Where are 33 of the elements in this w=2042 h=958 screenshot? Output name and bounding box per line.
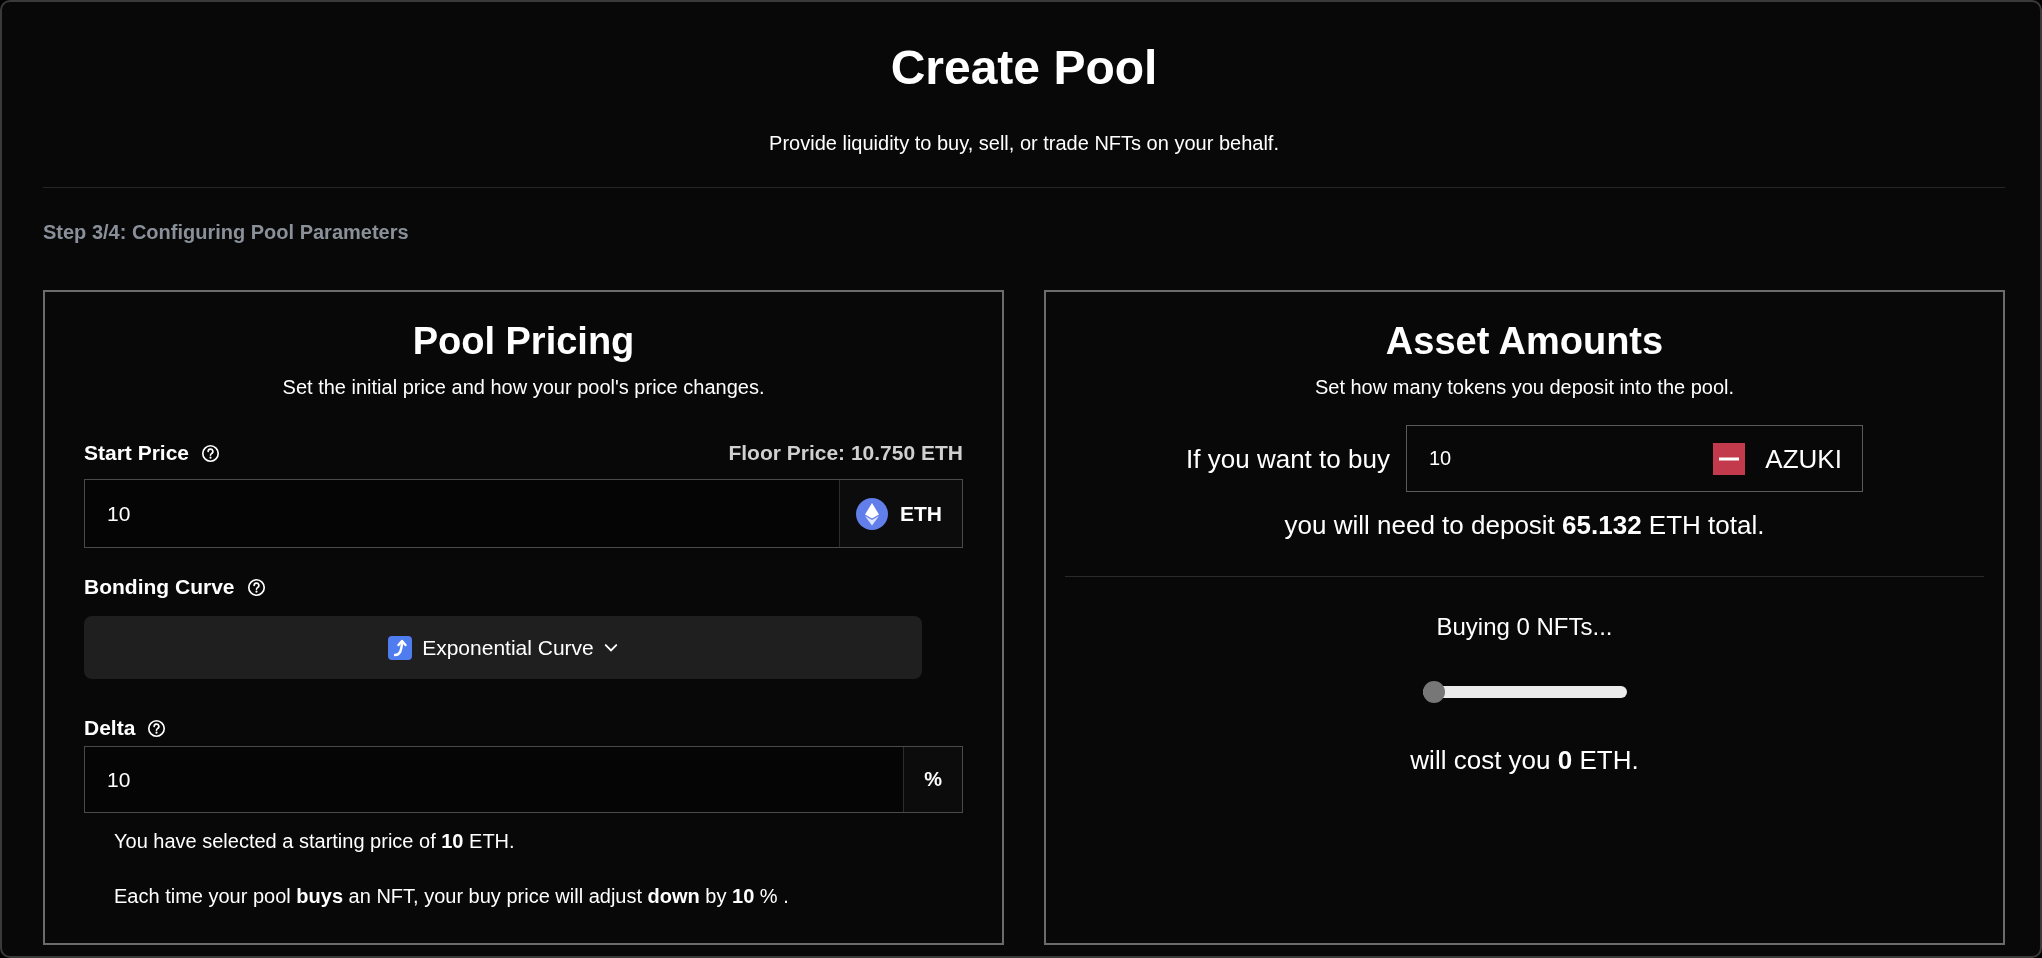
- step-indicator: Step 3/4: Configuring Pool Parameters: [43, 220, 410, 245]
- summary-text: You have selected a starting price of 10 ETH.: [114, 829, 516, 854]
- help-icon[interactable]: [201, 443, 221, 463]
- field-label: Delta: [84, 715, 136, 741]
- help-icon[interactable]: [246, 577, 266, 597]
- panel-subtitle: Set the initial price and how your pool's price changes.: [281, 375, 766, 400]
- slider-thumb[interactable]: [1422, 681, 1445, 703]
- floor-price: Floor Price: 10.750 ETH: [728, 441, 963, 465]
- collection-logo-icon: [1713, 442, 1746, 475]
- field-label: Bonding Curve: [84, 574, 235, 600]
- amount-field[interactable]: 10 AZUKI: [1405, 425, 1863, 492]
- page-subtitle: Provide liquidity to buy, sell, or trade NFTs on your behalf.: [768, 131, 1280, 156]
- quantity-slider[interactable]: [1422, 681, 1627, 703]
- unit-addon: %: [903, 747, 962, 812]
- curve-icon: [388, 635, 413, 660]
- currency-label: ETH: [900, 501, 942, 526]
- page-title: Create Pool: [889, 40, 1159, 96]
- curve-dropdown[interactable]: Exponential Curve: [84, 616, 922, 679]
- token-name: AZUKI: [1765, 442, 1842, 476]
- panel-title: Pool Pricing: [411, 319, 636, 364]
- deposit-text: you will need to deposit 65.132 ETH total.: [1283, 509, 1766, 542]
- buy-prompt: If you want to buy: [1186, 442, 1390, 476]
- panel-title: Asset Amounts: [1384, 319, 1665, 364]
- cost-text: will cost you 0 ETH.: [1409, 744, 1640, 777]
- chevron-down-icon: [603, 642, 618, 653]
- start-price-field[interactable]: 10 ETH: [84, 479, 963, 548]
- help-icon[interactable]: [147, 718, 167, 738]
- summary-text: Each time your pool buys an NFT, your buy price will adjust down by 10 % .: [114, 884, 790, 909]
- panel-subtitle: Set how many tokens you deposit into the pool.: [1313, 375, 1736, 400]
- delta-field[interactable]: 10 %: [84, 746, 963, 813]
- ethereum-icon: [856, 497, 888, 530]
- buying-text: Buying 0 NFTs...: [1435, 612, 1614, 642]
- field-label: Start Price: [84, 440, 190, 466]
